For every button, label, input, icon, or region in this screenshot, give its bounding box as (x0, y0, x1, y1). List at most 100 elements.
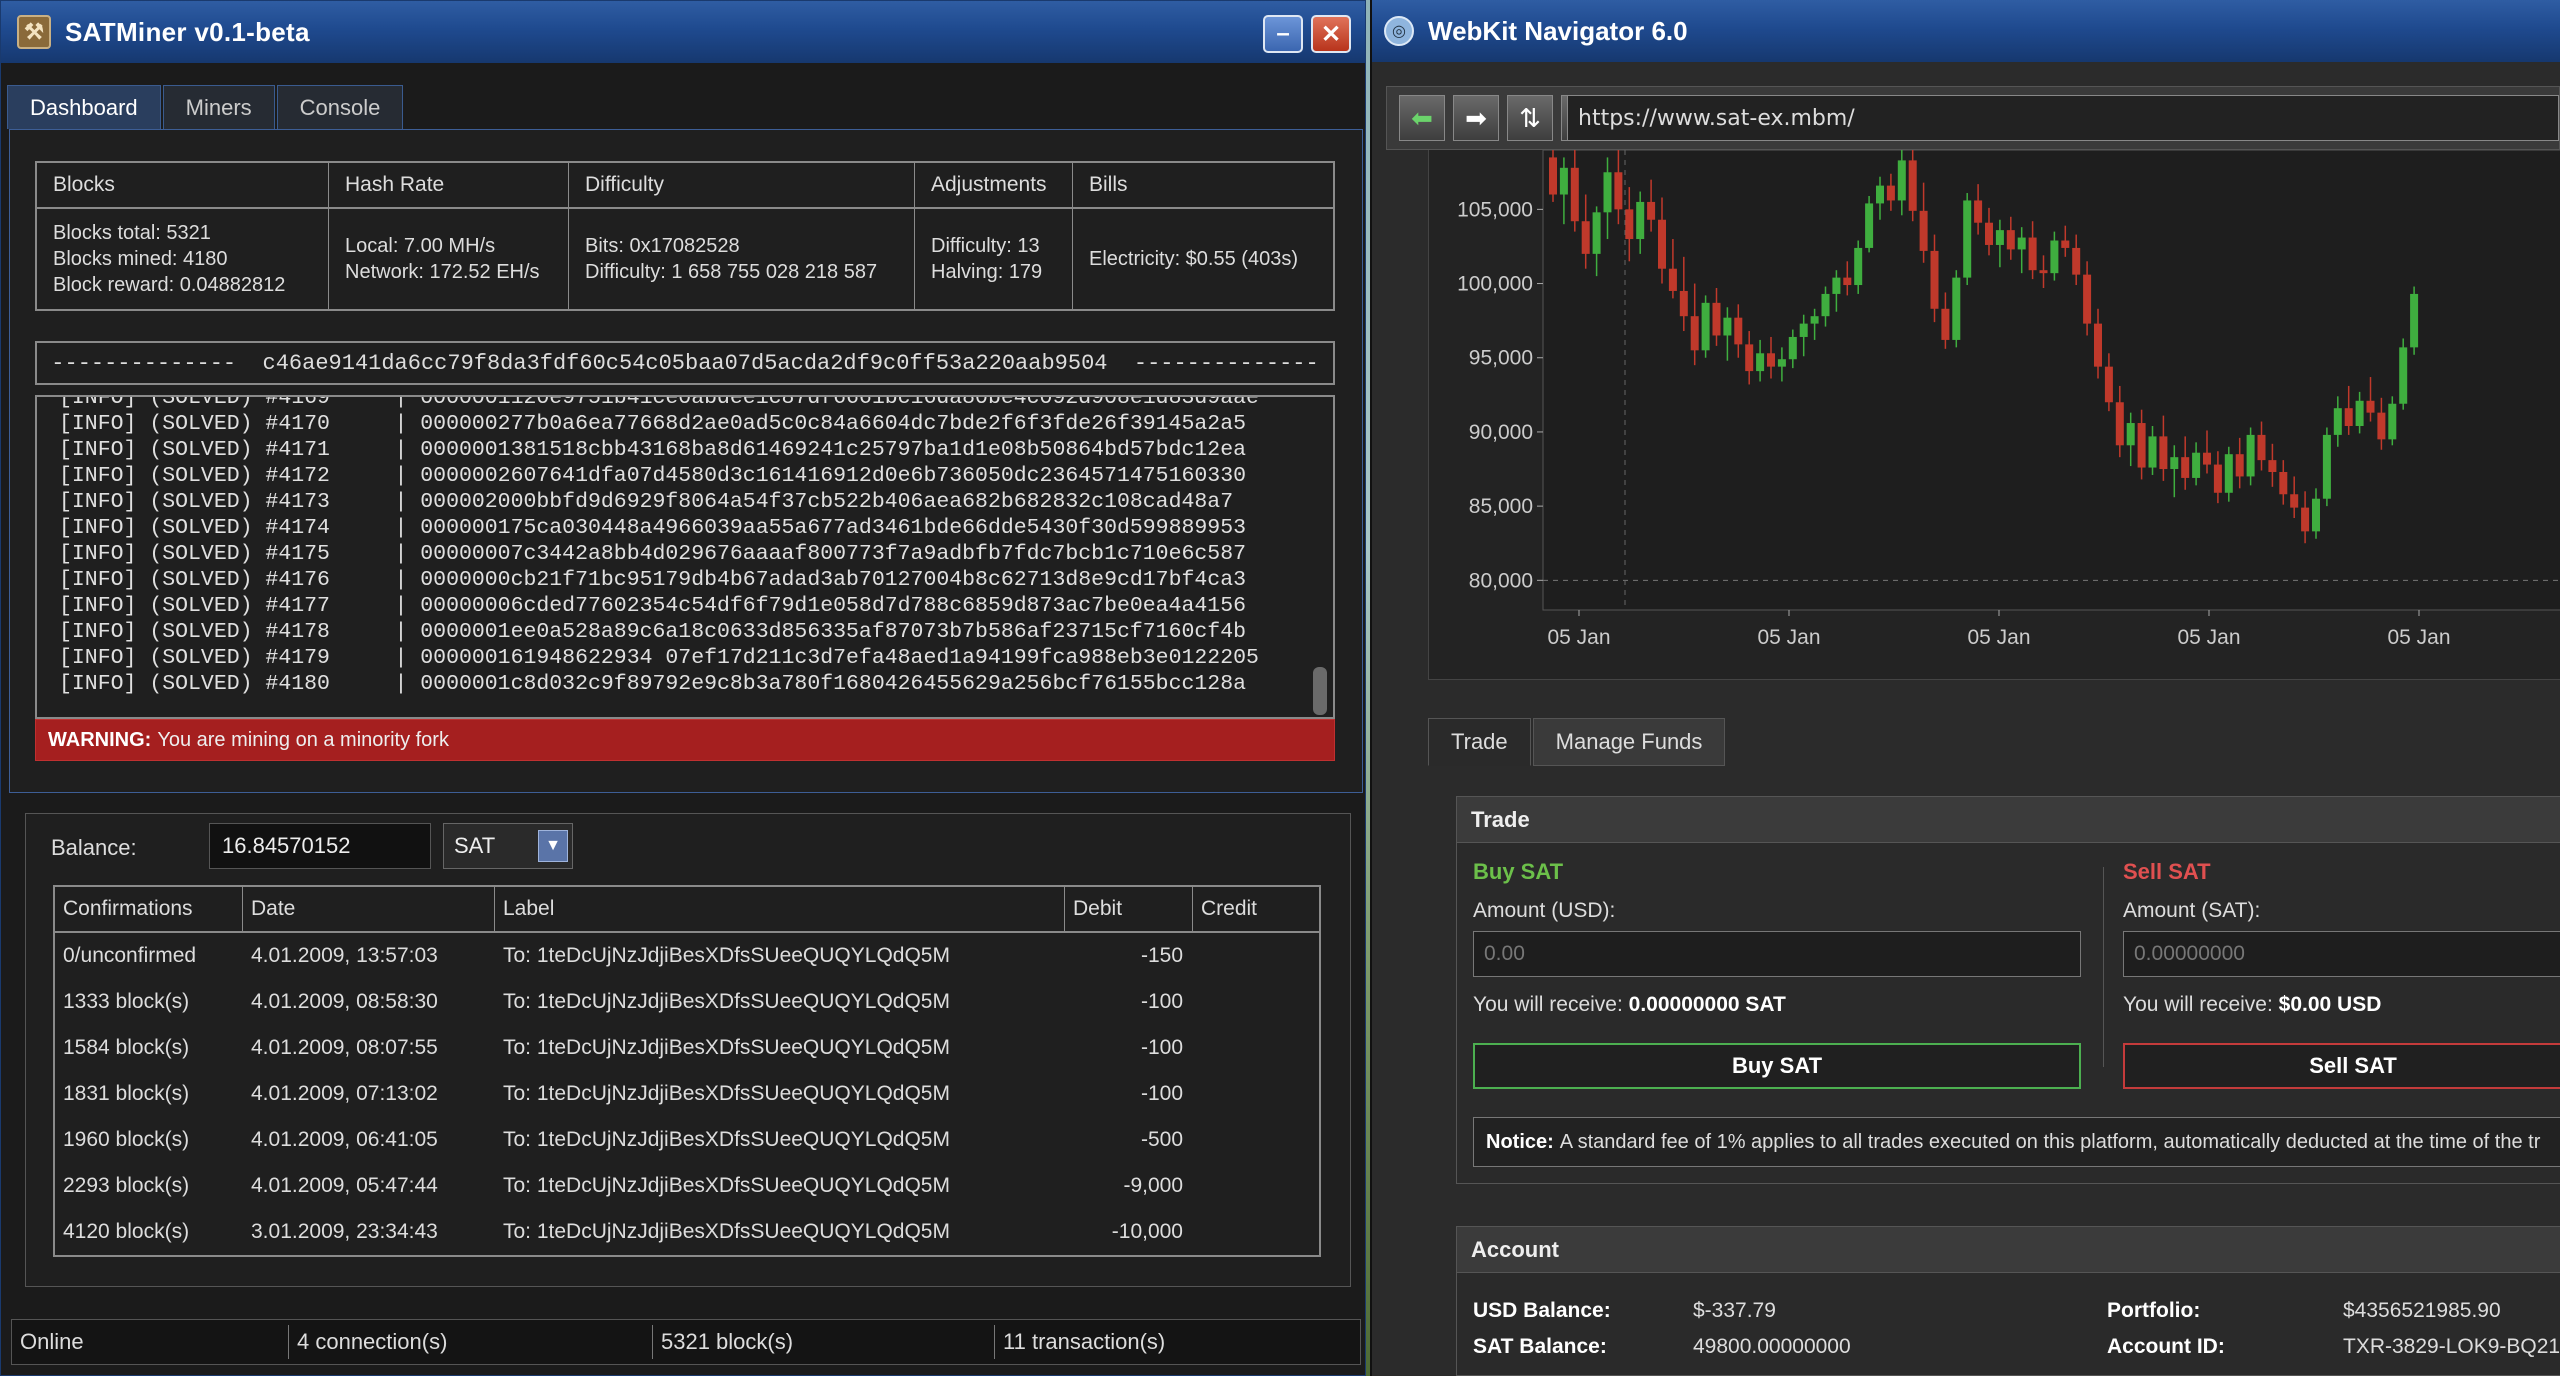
candle-body (2083, 274, 2092, 324)
candle-body (1679, 290, 1688, 317)
candle-body (1658, 219, 1666, 269)
tx-confirmations: 1584 block(s) (63, 1036, 190, 1059)
candlestick-chart: 80,000 85,000 90,000 95,000 100,000 105,000 05… (1457, 150, 2560, 649)
log-line: [INFO] (SOLVED) #4178 | 0000001ee0a528a8… (59, 620, 1246, 644)
close-button[interactable]: ✕ (1311, 15, 1351, 53)
x-tick-label: 05 Jan (1547, 626, 1610, 649)
buy-button[interactable]: Buy SAT (1473, 1043, 2081, 1089)
candle-body (2366, 400, 2375, 413)
network-hashrate: Network: 172.52 EH/s (345, 261, 540, 283)
unit-select-value: SAT (454, 833, 496, 858)
browser-title: WebKit Navigator 6.0 (1428, 15, 1688, 46)
candle-body (1668, 268, 1677, 291)
blocks-mined: Blocks mined: 4180 (53, 248, 228, 270)
tab-trade[interactable]: Trade (1428, 718, 1531, 766)
x-tick-label: 05 Jan (2177, 626, 2240, 649)
status-blocks: 5321 block(s) (652, 1325, 994, 1359)
sell-amount-input[interactable]: 0.00000000 (2123, 931, 2560, 977)
candle-body (2181, 457, 2190, 478)
candle-body (2039, 270, 2048, 274)
tx-label: To: 1teDcUjNzJdjiBesXDfsSUeeQUQYLQdQ5M (503, 1220, 950, 1243)
account-id-value: TXR-3829-LOK9-BQ21 (2343, 1335, 2560, 1358)
candle-body (2072, 247, 2081, 275)
candle-body (2061, 240, 2070, 248)
tab-console[interactable]: Console (276, 85, 404, 129)
candle-body (1603, 172, 1612, 213)
sat-balance-value: 49800.00000000 (1693, 1335, 1851, 1358)
tab-manage-funds[interactable]: Manage Funds (1532, 718, 1726, 766)
log-line: [INFO] (SOLVED) #4169 | 0000001120e9751b… (59, 395, 1259, 410)
tab-dashboard[interactable]: Dashboard (7, 85, 161, 129)
candle-body (2355, 400, 2364, 426)
table-row[interactable]: 1831 block(s) 4.01.2009, 07:13:02 To: 1teD… (55, 1071, 1319, 1117)
col-debit[interactable]: Debit (1065, 887, 1193, 931)
candle-body (2006, 230, 2015, 250)
portfolio-label: Portfolio: (2107, 1299, 2201, 1322)
unit-select[interactable]: SAT ▼ (443, 823, 573, 869)
candle-body (2377, 412, 2386, 440)
status-connections: 4 connection(s) (288, 1325, 652, 1359)
satminer-tabs: Dashboard Miners Console (7, 85, 405, 129)
buy-amount-input[interactable]: 0.00 (1473, 931, 2081, 977)
forward-arrow-icon[interactable]: ➡ (1453, 95, 1499, 141)
plot-area (1542, 150, 2560, 611)
table-row[interactable]: 1584 block(s) 4.01.2009, 08:07:55 To: 1teD… (55, 1025, 1319, 1071)
tx-confirmations: 0/unconfirmed (63, 944, 197, 967)
candle-body (2388, 403, 2397, 440)
col-confirmations[interactable]: Confirmations (55, 887, 243, 931)
log-line: [INFO] (SOLVED) #4176 | 0000000cb21f71bc… (59, 568, 1246, 592)
candle-body (1985, 222, 1993, 245)
candle-body (1908, 160, 1917, 211)
balance-field[interactable]: 16.84570152 (209, 823, 431, 869)
price-chart[interactable]: 80,000 85,000 90,000 95,000 100,000 105,000 05… (1428, 150, 2560, 680)
tx-debit: -10,000 (1111, 1220, 1183, 1243)
y-tick-label: 85,000 (1469, 495, 1533, 518)
candle-body (2268, 460, 2277, 472)
candle-body (1581, 221, 1590, 254)
reload-icon[interactable]: ⇅ (1507, 95, 1553, 141)
satminer-titlebar[interactable]: ⚒ SATMiner v0.1-beta – ✕ (1, 1, 1365, 63)
chevron-down-icon[interactable]: ▼ (538, 830, 568, 862)
log-line: [INFO] (SOLVED) #4180 | 0000001c8d032c9f… (59, 672, 1246, 696)
minimize-button[interactable]: – (1263, 15, 1303, 53)
browser-window: ◎ WebKit Navigator 6.0 ⬅ ➡ ⇅ ⌂ https://w… (1370, 0, 2560, 1376)
candle-body (1559, 167, 1568, 195)
tx-date: 4.01.2009, 08:07:55 (251, 1036, 438, 1059)
tx-label: To: 1teDcUjNzJdjiBesXDfsSUeeQUQYLQdQ5M (503, 1174, 950, 1197)
candle-body (2050, 240, 2059, 274)
tab-miners[interactable]: Miners (162, 85, 275, 129)
col-date[interactable]: Date (243, 887, 495, 931)
candle-body (1886, 185, 1895, 201)
tx-confirmations: 2293 block(s) (63, 1174, 190, 1197)
sell-button[interactable]: Sell SAT (2123, 1043, 2560, 1089)
account-panel: Account USD Balance: $-337.79 SAT Balanc… (1456, 1226, 2560, 1376)
table-row[interactable]: 2293 block(s) 4.01.2009, 05:47:44 To: 1teD… (55, 1163, 1319, 1209)
trade-tabs: Trade Manage Funds (1428, 718, 1727, 766)
candle-body (1788, 336, 1797, 360)
col-credit[interactable]: Credit (1193, 887, 1319, 931)
table-row[interactable]: 0/unconfirmed 4.01.2009, 13:57:03 To: 1teD… (55, 933, 1319, 979)
table-row[interactable]: 1333 block(s) 4.01.2009, 08:58:30 To: 1teD… (55, 979, 1319, 1025)
candle-body (2235, 454, 2244, 477)
candle-body (1614, 172, 1623, 210)
browser-titlebar[interactable]: ◎ WebKit Navigator 6.0 (1372, 0, 2560, 62)
buy-receive-text: You will receive: 0.00000000 SAT (1473, 993, 2081, 1017)
candle-body (2301, 507, 2310, 532)
local-hashrate: Local: 7.00 MH/s (345, 235, 496, 257)
mining-log[interactable]: [INFO] (SOLVED) #4169 | 0000001120e9751b… (35, 395, 1335, 719)
candle-body (1549, 157, 1557, 195)
stats-hashrate-cell: Local: 7.00 MH/s Network: 172.52 EH/s (329, 209, 569, 309)
candle-body (1897, 160, 1906, 201)
url-bar[interactable]: https://www.sat-ex.mbm/ (1567, 95, 2559, 141)
table-row[interactable]: 1960 block(s) 4.01.2009, 06:41:05 To: 1teD… (55, 1117, 1319, 1163)
back-arrow-icon[interactable]: ⬅ (1399, 95, 1445, 141)
log-scrollbar-thumb[interactable] (1313, 667, 1327, 715)
tx-date: 3.01.2009, 23:34:43 (251, 1220, 438, 1243)
y-tick-label: 90,000 (1469, 421, 1533, 444)
candle-body (1777, 359, 1786, 367)
stats-adjustments-cell: Difficulty: 13 Halving: 179 (915, 209, 1073, 309)
trade-header: Trade (1457, 797, 2560, 843)
table-row[interactable]: 4120 block(s) 3.01.2009, 23:34:43 To: 1teD… (55, 1209, 1319, 1255)
pickaxe-icon: ⚒ (17, 15, 51, 49)
col-label[interactable]: Label (495, 887, 1065, 931)
